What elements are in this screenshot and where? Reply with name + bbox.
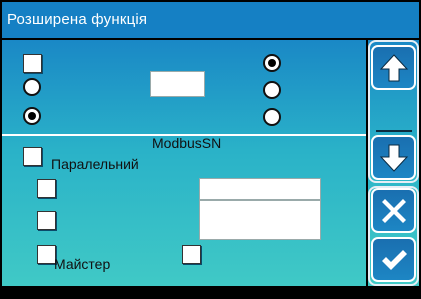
check-icon: [382, 250, 407, 270]
parallel-checkbox[interactable]: [23, 147, 42, 166]
page-title: Розширена функція: [7, 11, 148, 28]
master-right-checkbox[interactable]: [182, 245, 201, 264]
right-radio-3[interactable]: [263, 108, 281, 126]
confirm-button[interactable]: [371, 237, 416, 282]
arrow-up-icon: [379, 54, 409, 82]
scroll-up-button[interactable]: [371, 45, 416, 90]
bottom-strip: [0, 287, 421, 299]
second-value-field[interactable]: [199, 200, 321, 240]
row3-checkbox[interactable]: [37, 211, 56, 230]
scroll-indicator: [376, 130, 412, 132]
modbus-sn-label: ModbusSN: [152, 135, 222, 151]
row2-checkbox[interactable]: [37, 179, 56, 198]
title-bar: Розширена функція: [2, 2, 419, 38]
top-checkbox[interactable]: [23, 54, 42, 73]
modbus-sn-field[interactable]: [199, 178, 321, 200]
parallel-label: Паралельний: [51, 156, 139, 172]
sidebar: [368, 40, 419, 286]
master-label: Майстер: [54, 256, 111, 272]
scroll-down-button[interactable]: [371, 135, 416, 180]
right-radio-1[interactable]: [263, 54, 281, 72]
close-icon: [382, 199, 406, 223]
settings-panel: ModbusSN Паралельний Майстер: [2, 40, 366, 286]
screen: Розширена функція ModbusSN Паралельний М…: [0, 0, 421, 299]
center-value-field[interactable]: [150, 71, 205, 97]
right-radio-2[interactable]: [263, 81, 281, 99]
left-radio-1[interactable]: [23, 78, 41, 96]
left-radio-2[interactable]: [23, 107, 41, 125]
arrow-down-icon: [379, 144, 409, 172]
cancel-button[interactable]: [371, 188, 416, 233]
